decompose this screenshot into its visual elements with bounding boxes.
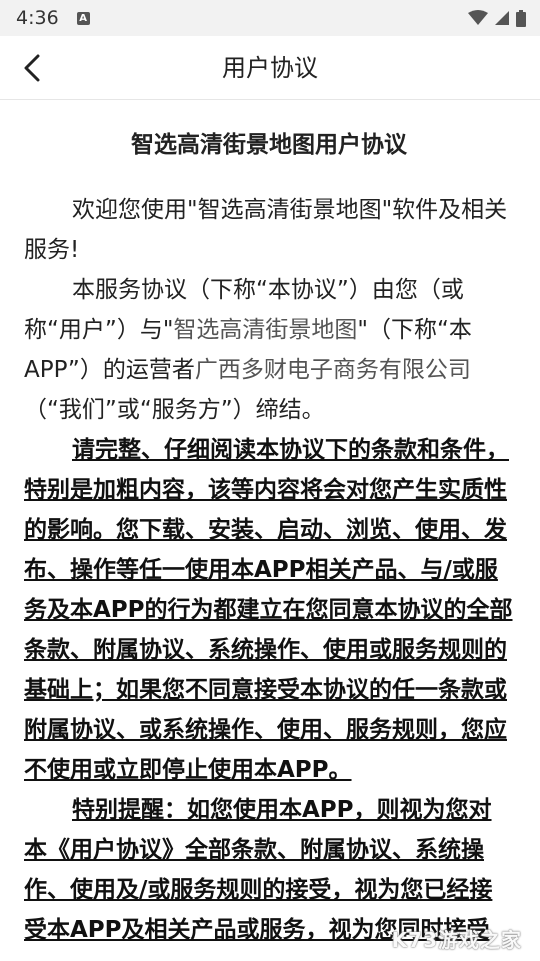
reminder-text: 特别提醒：如您使用本APP，则视为您对本《用户协议》全部条款、附属协议、系统操作… xyxy=(24,797,493,943)
app-name: 智选高清街景地图 xyxy=(173,317,358,343)
status-time: 4:36 xyxy=(16,7,59,29)
parties-paragraph: 本服务协议（下称“本协议”）由您（或称“用户”）与"智选高清街景地图"（下称“本… xyxy=(24,270,514,430)
agreement-title: 智选高清街景地图用户协议 xyxy=(131,132,407,158)
status-bar: 4:36 A xyxy=(0,0,540,36)
important-text: 请完整、仔细阅读本协议下的条款和条件，特别是加粗内容，该等内容将会对您产生实质性… xyxy=(24,437,513,783)
signal-icon xyxy=(495,11,509,25)
status-icons xyxy=(468,9,526,27)
important-paragraph: 请完整、仔细阅读本协议下的条款和条件，特别是加粗内容，该等内容将会对您产生实质性… xyxy=(24,430,514,790)
agreement-content[interactable]: 智选高清街景地图用户协议 欢迎您使用"智选高清街景地图"软件及相关服务! 本服务… xyxy=(24,100,514,961)
notification-icon: A xyxy=(76,11,90,25)
parties-text-c: （“我们”或“服务方”）缔结。 xyxy=(24,397,325,423)
wifi-icon xyxy=(468,10,488,25)
nav-bar: 用户协议 xyxy=(0,36,540,100)
watermark: K73游戏之家 xyxy=(391,928,522,952)
back-button[interactable] xyxy=(16,52,48,84)
chevron-left-icon xyxy=(24,54,40,82)
intro-paragraph: 欢迎您使用"智选高清街景地图"软件及相关服务! xyxy=(24,197,508,263)
page-title: 用户协议 xyxy=(222,54,318,82)
company-name: 广西多财电子商务有限公司 xyxy=(194,357,471,383)
battery-icon xyxy=(516,9,526,27)
